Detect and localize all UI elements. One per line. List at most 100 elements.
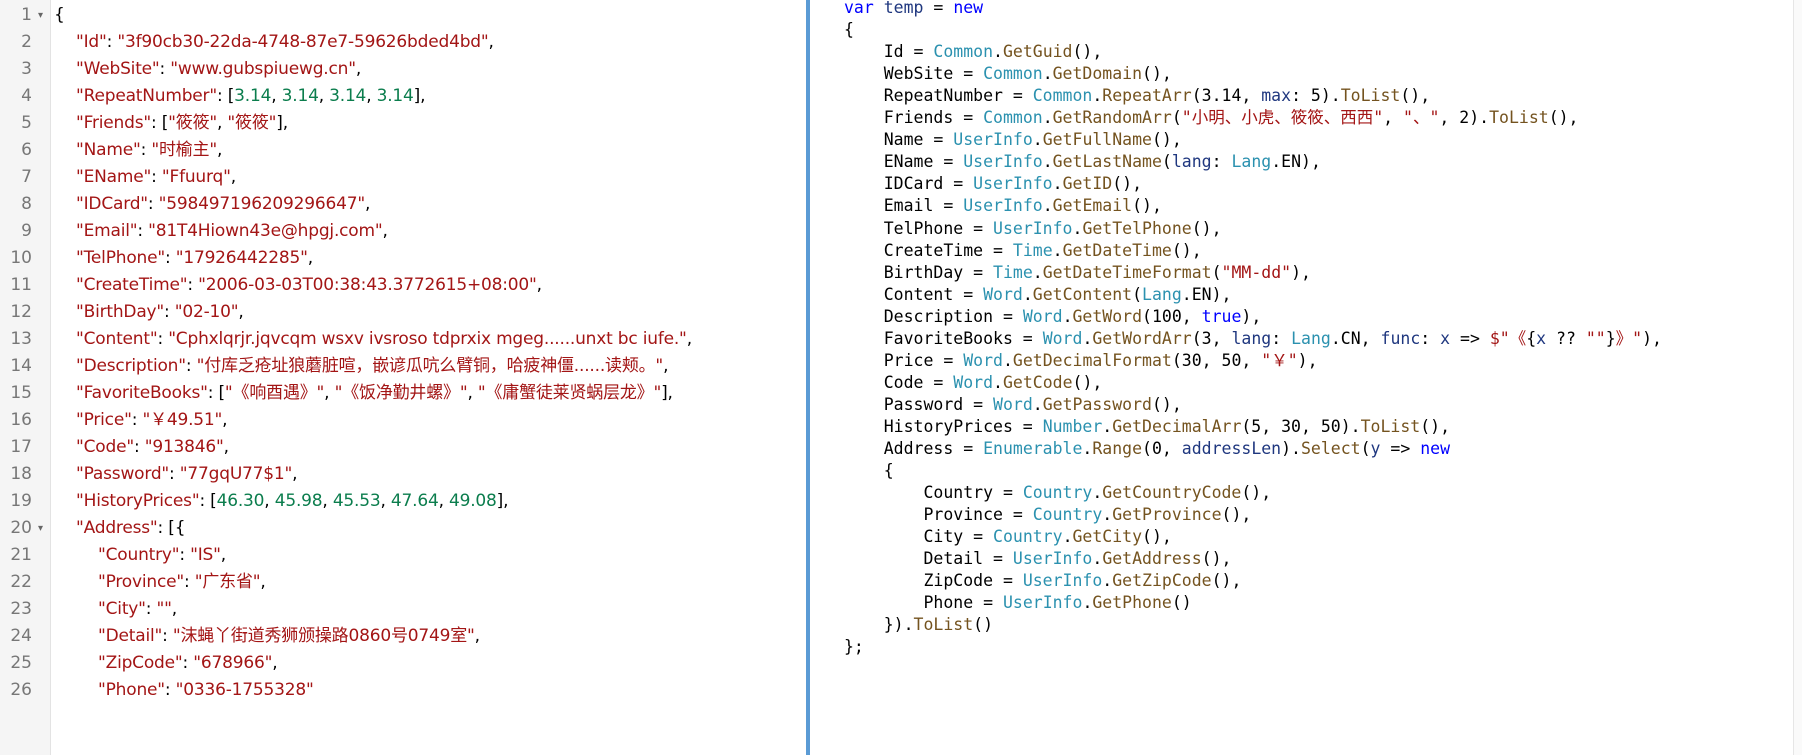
code-token: "MM-dd": [1221, 262, 1292, 282]
code-token: Email =: [844, 196, 964, 216]
line-number: 25: [10, 653, 32, 673]
json-key: "HistoryPrices": [76, 491, 200, 511]
fold-toggle-icon[interactable]: ▾: [38, 515, 43, 542]
code-token: (0,: [1142, 439, 1182, 458]
code-line: };: [844, 634, 864, 659]
json-line: "Email": "81T4Hiown43e@hpgj.com",: [76, 218, 388, 245]
json-viewer-pane: 1 2 3 4 5 6 7 8 9 10 11 12 13 14 15 16 17 18 19 20 21 22 23 24 2…: [0, 0, 806, 755]
json-string: "77gqU77$1": [179, 464, 293, 484]
code-token: Address =: [844, 439, 984, 458]
json-number: 3.14: [376, 86, 414, 106]
code-token: UserInfo: [963, 196, 1043, 216]
code-token: =>: [1450, 328, 1490, 348]
fold-toggle-icon[interactable]: ▾: [38, 2, 43, 29]
json-punct: :: [187, 275, 199, 295]
line-number: 9: [21, 221, 32, 241]
json-line: "HistoryPrices": [46.30, 45.98, 45.53, 4…: [76, 488, 509, 515]
json-line: "Password": "77gqU77$1",: [76, 461, 298, 488]
json-line: "Address": [{: [76, 515, 186, 542]
code-token: :: [1211, 152, 1232, 172]
code-token: CreateTime =: [844, 240, 1013, 260]
json-line: "Phone": "0336-1755328": [98, 677, 314, 704]
json-line: "WebSite": "www.gubspiuewg.cn",: [76, 56, 361, 83]
json-punct: ,: [536, 275, 542, 295]
code-token: Code =: [844, 372, 954, 392]
code-token: Country: [1022, 483, 1093, 503]
json-key: "Content": [76, 329, 158, 349]
json-punct: ],: [496, 491, 509, 511]
code-token: .: [1052, 174, 1063, 194]
json-string: "678966": [193, 653, 273, 673]
json-punct: :: [151, 167, 162, 187]
json-key: "Id": [76, 32, 107, 52]
json-string: "筱筱": [227, 113, 277, 133]
code-token: ToList: [1340, 86, 1401, 106]
json-punct: ,: [488, 32, 494, 52]
json-key: "BirthDay": [76, 302, 165, 322]
code-token: .: [1092, 483, 1103, 503]
code-token: ),: [1297, 350, 1318, 370]
json-line: "BirthDay": "02-10",: [76, 299, 244, 326]
code-token: .: [1092, 86, 1103, 106]
json-key: "ZipCode": [98, 653, 183, 673]
json-punct: :: [164, 248, 176, 268]
json-line: "Country": "IS",: [98, 542, 226, 569]
code-token: 》": [1615, 328, 1643, 348]
code-token: (: [1171, 108, 1182, 128]
code-token: Lang: [1142, 284, 1182, 304]
code-token: .: [1042, 152, 1053, 172]
code-token: ToList: [1360, 416, 1421, 436]
json-key: "Detail": [98, 626, 163, 646]
code-token: GetAddress: [1102, 549, 1202, 569]
code-token: Word: [953, 372, 994, 392]
json-punct: : [: [150, 113, 169, 133]
code-token: (: [1132, 284, 1143, 304]
line-number: 14: [10, 356, 32, 376]
json-punct: :: [159, 59, 171, 79]
json-line: {: [54, 2, 65, 29]
line-number: 13: [10, 329, 32, 349]
json-punct: : [{: [157, 518, 186, 538]
json-punct: : [: [207, 383, 225, 403]
json-line: "RepeatNumber": [3.14, 3.14, 3.14, 3.14]…: [76, 83, 426, 110]
json-punct: ,: [217, 113, 228, 133]
json-key: "Email": [76, 221, 138, 241]
code-token: .: [1052, 240, 1063, 260]
code-token: (): [973, 615, 994, 635]
code-token: .: [993, 372, 1003, 392]
code-token: Word: [983, 284, 1023, 304]
json-number: 45.53: [332, 491, 381, 511]
json-punct: ,: [220, 545, 226, 565]
code-token: (),: [1221, 505, 1252, 525]
code-token: Content =: [844, 284, 984, 304]
json-punct: :: [164, 680, 176, 700]
json-string: "《庸蟹徒莱贤蜗层龙》": [477, 383, 662, 403]
code-token: GetDecimalFormat: [1012, 350, 1172, 370]
json-string: "3f90cb30-22da-4748-87e7-59626bded4bd": [117, 32, 489, 52]
code-token: (3,: [1191, 328, 1232, 348]
json-line: "FavoriteBooks": ["《响酉遇》", "《饭净勤井螺》", "《…: [76, 380, 673, 407]
code-token: ),: [1642, 328, 1662, 348]
json-punct: :: [185, 356, 197, 376]
code-token: Lang: [1291, 328, 1331, 348]
json-key: "IDCard": [76, 194, 148, 214]
json-string: "《响酉遇》": [224, 383, 325, 403]
json-key: "Password": [76, 464, 170, 484]
json-key: "Country": [98, 545, 180, 565]
code-token: Common: [1032, 86, 1093, 106]
code-token: EName =: [844, 152, 964, 172]
json-punct: :: [162, 626, 173, 646]
code-token: .: [1102, 571, 1113, 591]
code-token: (: [1161, 152, 1172, 172]
code-token: :: [1271, 328, 1292, 348]
code-token: "￥": [1261, 350, 1298, 370]
json-line: "Province": "广东省",: [98, 569, 266, 596]
json-punct: ,: [216, 140, 223, 160]
vertical-scrollbar[interactable]: [1793, 0, 1802, 755]
json-key: "Description": [76, 356, 186, 376]
json-punct: ,: [264, 491, 275, 511]
code-token: (: [1360, 439, 1371, 458]
code-token: (),: [1191, 218, 1222, 238]
json-punct: ],: [661, 383, 673, 403]
json-punct: ,: [324, 383, 335, 403]
